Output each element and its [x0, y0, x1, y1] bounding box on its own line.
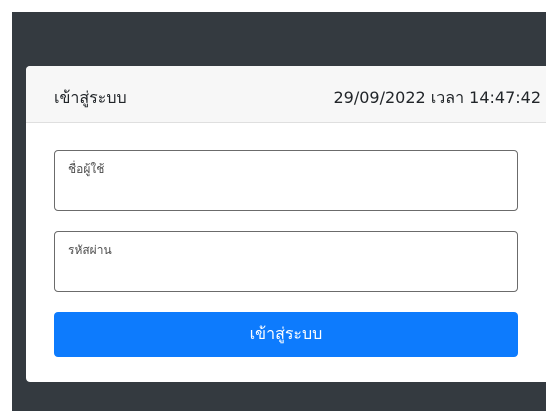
password-input[interactable]: [67, 262, 503, 284]
page-top-strip: [0, 0, 546, 12]
login-card: เข้าสู่ระบบ 29/09/2022 เวลา 14:47:42 ชื่…: [26, 66, 546, 382]
login-button[interactable]: เข้าสู่ระบบ: [54, 312, 518, 357]
username-label: ชื่อผู้ใช้: [68, 162, 105, 176]
current-datetime: 29/09/2022 เวลา 14:47:42: [333, 88, 542, 107]
username-input[interactable]: [67, 181, 503, 203]
password-label: รหัสผ่าน: [68, 243, 112, 257]
card-header: เข้าสู่ระบบ 29/09/2022 เวลา 14:47:42: [26, 66, 546, 123]
password-field[interactable]: รหัสผ่าน: [54, 231, 518, 292]
card-title: เข้าสู่ระบบ: [54, 88, 127, 107]
username-field[interactable]: ชื่อผู้ใช้: [54, 150, 518, 211]
